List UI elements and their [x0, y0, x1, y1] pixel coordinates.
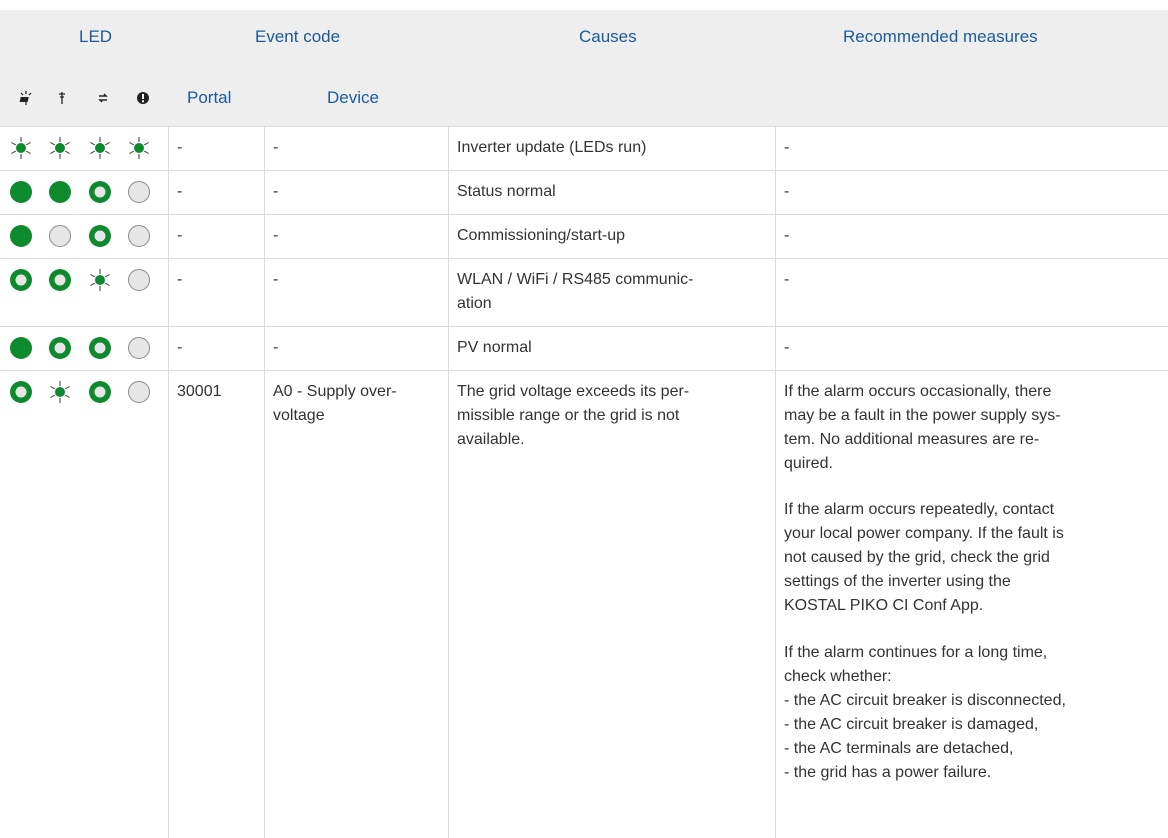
cause-text: PV normal	[457, 339, 532, 356]
led-off	[127, 380, 151, 404]
portal-code: -	[177, 271, 183, 288]
measure-text: -	[784, 339, 790, 356]
header-event-code: Event code	[255, 27, 341, 46]
device-code: -	[273, 339, 279, 356]
led-ring	[88, 336, 112, 360]
device-code: -	[273, 271, 279, 288]
led-on	[9, 336, 33, 360]
header-portal: Portal	[187, 88, 232, 107]
header-led: LED	[79, 27, 113, 46]
led-ring	[9, 268, 33, 292]
measure-paragraph: If the alarm continues for a long time, …	[784, 644, 1066, 781]
led-on	[9, 224, 33, 248]
led-on	[9, 180, 33, 204]
power-pylon-icon	[55, 91, 69, 105]
led-blink	[127, 136, 151, 160]
header-causes: Causes	[579, 27, 637, 46]
measure-paragraph: If the alarm occurs repeatedly, contact …	[784, 501, 1064, 614]
device-code: -	[273, 139, 279, 156]
led-ring	[9, 380, 33, 404]
led-ring	[48, 268, 72, 292]
led-ring	[88, 224, 112, 248]
cause-text: Inverter update (LEDs run)	[457, 139, 647, 156]
device-code: -	[273, 227, 279, 244]
cause-text: WLAN / WiFi / RS485 communic- ation	[457, 271, 694, 312]
header-recommended-measures: Recommended measures	[843, 27, 1038, 46]
led-off	[48, 224, 72, 248]
header-device: Device	[327, 88, 379, 107]
measure-text: -	[784, 227, 790, 244]
portal-code: 30001	[177, 383, 222, 400]
led-blink	[88, 268, 112, 292]
led-off	[127, 336, 151, 360]
measure-text: -	[784, 183, 790, 200]
led-ring	[48, 336, 72, 360]
cause-text: Status normal	[457, 183, 556, 200]
led-ring	[88, 180, 112, 204]
led-blink	[48, 380, 72, 404]
led-blink	[48, 136, 72, 160]
device-code: -	[273, 183, 279, 200]
led-blink	[88, 136, 112, 160]
cause-text: The grid voltage exceeds its per- missib…	[457, 383, 690, 448]
device-code: A0 - Supply over- voltage	[273, 383, 397, 424]
solar-panel-icon	[19, 91, 33, 105]
portal-code: -	[177, 339, 183, 356]
led-on	[48, 180, 72, 204]
measure-text: -	[784, 271, 790, 288]
led-blink	[9, 136, 33, 160]
communication-icon	[96, 91, 110, 105]
measure-paragraph: If the alarm occurs occasionally, there …	[784, 383, 1061, 472]
portal-code: -	[177, 227, 183, 244]
measure-text: -	[784, 139, 790, 156]
portal-code: -	[177, 139, 183, 156]
led-off	[127, 224, 151, 248]
warning-icon	[136, 91, 150, 105]
led-off	[127, 268, 151, 292]
portal-code: -	[177, 183, 183, 200]
led-ring	[88, 380, 112, 404]
led-off	[127, 180, 151, 204]
cause-text: Commissioning/start-up	[457, 227, 626, 244]
